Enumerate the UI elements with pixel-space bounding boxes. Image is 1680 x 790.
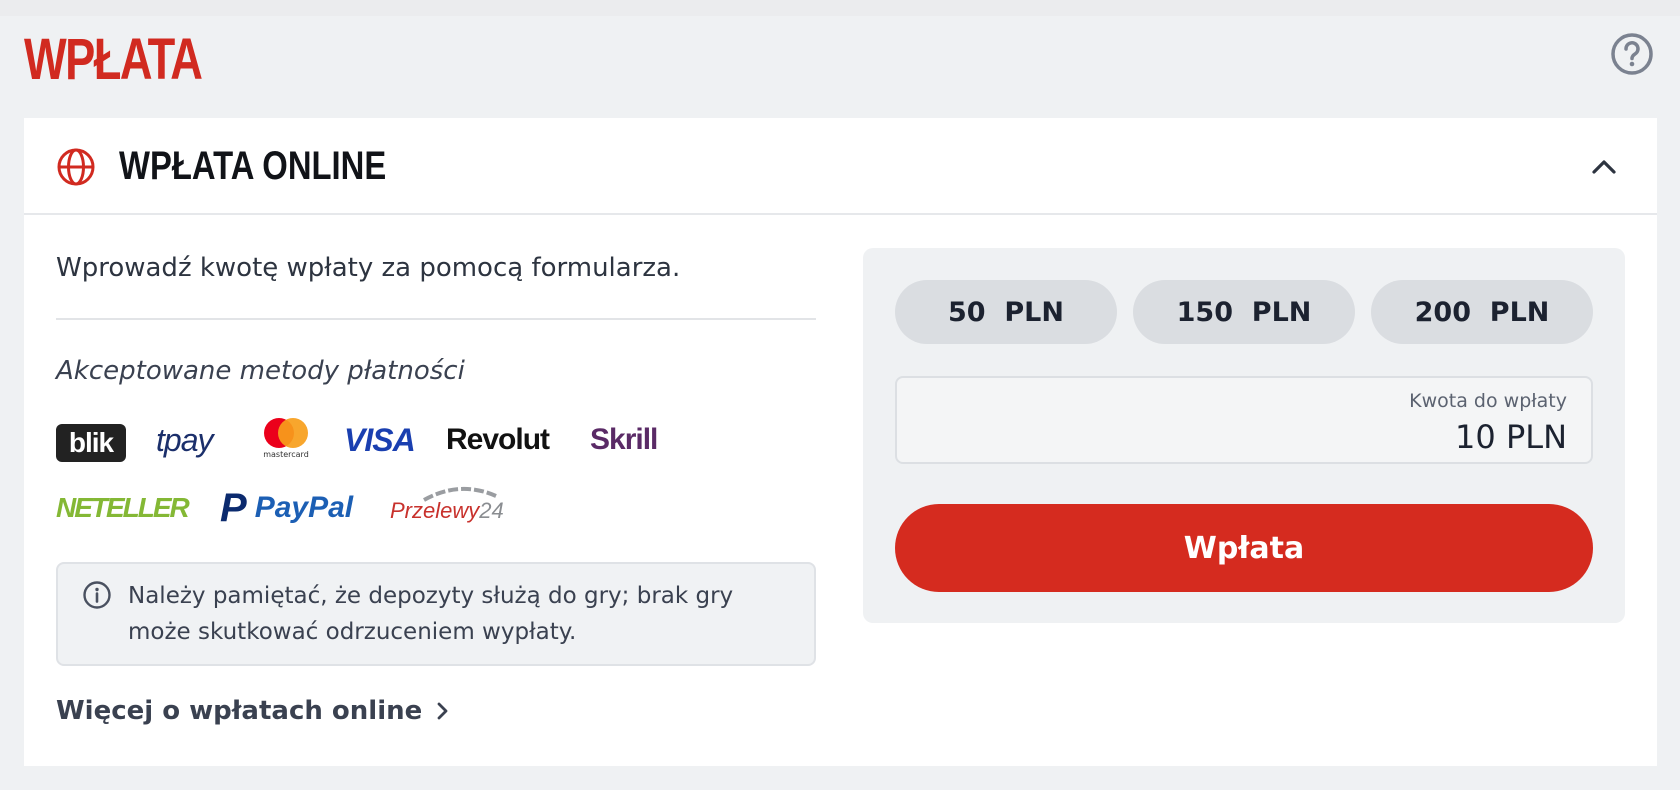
amount-value: 10 PLN [1455, 418, 1567, 456]
bottom-strip [0, 766, 1680, 790]
skrill-logo: Skrill [590, 423, 658, 456]
quick-amount-150-button[interactable]: 150 PLN [1133, 280, 1355, 344]
blik-logo: blik [56, 424, 126, 462]
section-title: WPŁATA ONLINE [119, 144, 387, 188]
deposit-card: WPŁATA ONLINE Wprowadź kwotę wpłaty za p… [24, 118, 1657, 766]
chevron-right-icon [437, 702, 448, 720]
neteller-logo: NETELLER [56, 492, 190, 523]
notice-text: Należy pamiętać, że depozyty służą do gr… [128, 583, 734, 645]
visa-logo: VISA [344, 421, 416, 458]
paypal-logo: P PayPal [220, 485, 354, 530]
deposit-online-header[interactable]: WPŁATA ONLINE [24, 118, 1657, 215]
globe-icon [57, 148, 95, 186]
deposit-submit-button[interactable]: Wpłata [895, 504, 1593, 592]
payment-methods-heading: Akceptowane metody płatności [56, 356, 465, 386]
more-link-label: Więcej o wpłatach online [56, 696, 423, 726]
deposit-notice: Należy pamiętać, że depozyty służą do gr… [56, 562, 816, 666]
deposit-form: 50 PLN 150 PLN 200 PLN Kwota do wpłaty 1… [863, 248, 1625, 623]
intro-text: Wprowadź kwotę wpłaty za pomocą formular… [56, 253, 681, 283]
tpay-logo: tpay [156, 421, 213, 458]
help-circle-icon[interactable] [1610, 32, 1654, 76]
more-about-online-deposits-link[interactable]: Więcej o wpłatach online [56, 696, 450, 726]
divider [56, 318, 816, 320]
chevron-up-icon[interactable] [1590, 154, 1618, 178]
amount-label: Kwota do wpłaty [1409, 390, 1567, 412]
revolut-logo: Revolut [446, 423, 550, 456]
page-title: WPŁATA [24, 27, 203, 92]
przelewy24-logo: Przelewy24 [390, 484, 510, 530]
quick-amount-50-button[interactable]: 50 PLN [895, 280, 1117, 344]
mastercard-logo: mastercard [262, 418, 310, 462]
quick-amount-200-button[interactable]: 200 PLN [1371, 280, 1593, 344]
info-icon [83, 581, 111, 609]
top-strip [0, 0, 1680, 16]
deposit-amount-input[interactable]: Kwota do wpłaty 10 PLN [895, 376, 1593, 464]
